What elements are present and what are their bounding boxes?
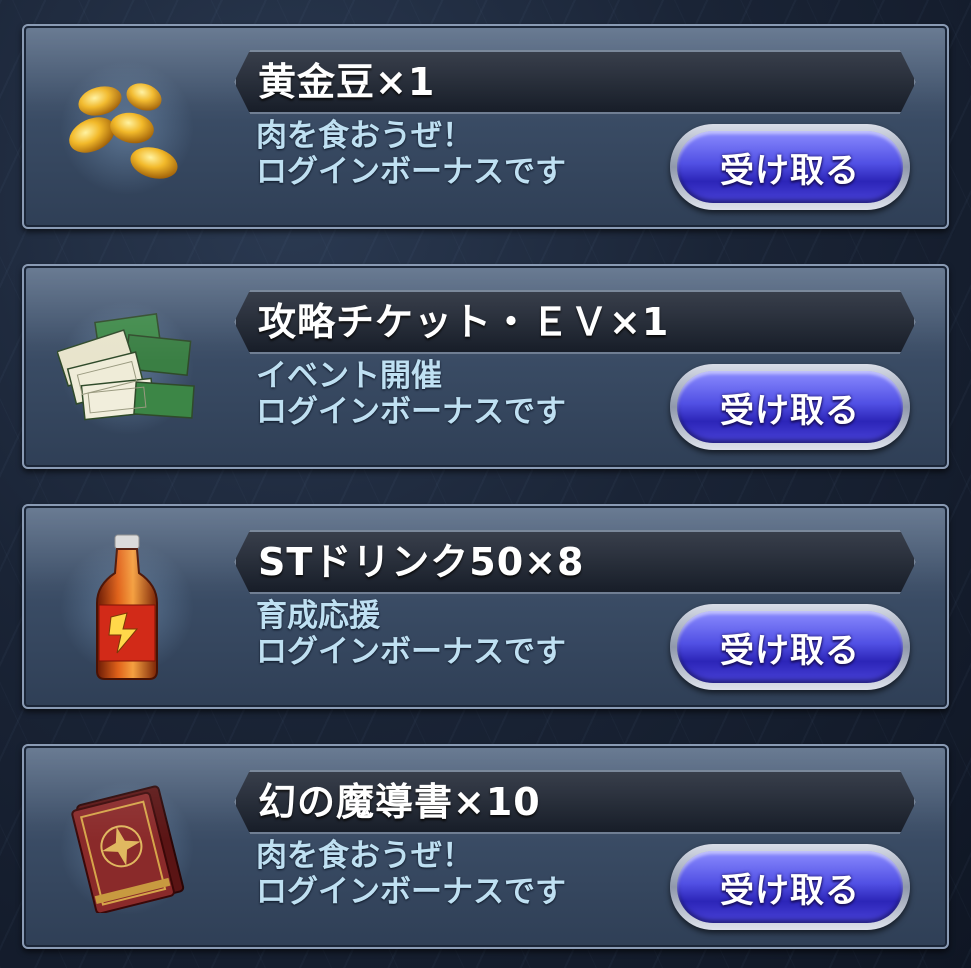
description-line-2: ログインボーナスです bbox=[256, 634, 566, 670]
description-line-1: 肉を食おうぜ！ bbox=[256, 118, 473, 154]
reward-card: 攻略チケット・ＥＶ×1 イベント開催 ログインボーナスです 受け取る bbox=[22, 264, 949, 469]
description-line-1: 肉を食おうぜ！ bbox=[256, 838, 473, 874]
description-line-2: ログインボーナスです bbox=[256, 154, 566, 190]
description-line-2: ログインボーナスです bbox=[256, 874, 566, 910]
reward-title: 黄金豆×1 bbox=[258, 60, 436, 104]
claim-button[interactable]: 受け取る bbox=[670, 604, 910, 690]
magic-book-icon bbox=[52, 778, 202, 918]
reward-description: イベント開催 ログインボーナスです bbox=[256, 358, 676, 430]
golden-beans-icon bbox=[52, 58, 202, 198]
claim-button[interactable]: 受け取る bbox=[670, 124, 910, 210]
description-line-1: イベント開催 bbox=[256, 358, 442, 394]
description-line-2: ログインボーナスです bbox=[256, 394, 566, 430]
reward-title: 幻の魔導書×10 bbox=[258, 780, 541, 824]
drink-bottle-icon bbox=[52, 534, 202, 680]
reward-description: 肉を食おうぜ！ ログインボーナスです bbox=[256, 118, 676, 190]
reward-title: STドリンク50×8 bbox=[258, 540, 585, 584]
reward-description: 育成応援 ログインボーナスです bbox=[256, 598, 676, 670]
claim-button-label[interactable]: 受け取る bbox=[677, 851, 903, 923]
claim-button-label[interactable]: 受け取る bbox=[677, 611, 903, 683]
claim-button-label[interactable]: 受け取る bbox=[677, 371, 903, 443]
reward-title: 攻略チケット・ＥＶ×1 bbox=[258, 300, 670, 344]
claim-button[interactable]: 受け取る bbox=[670, 844, 910, 930]
claim-button-label[interactable]: 受け取る bbox=[677, 131, 903, 203]
reward-card: 幻の魔導書×10 肉を食おうぜ！ ログインボーナスです 受け取る bbox=[22, 744, 949, 949]
reward-description: 肉を食おうぜ！ ログインボーナスです bbox=[256, 838, 676, 910]
claim-button[interactable]: 受け取る bbox=[670, 364, 910, 450]
tickets-icon bbox=[52, 298, 202, 438]
reward-card: 黄金豆×1 肉を食おうぜ！ ログインボーナスです 受け取る bbox=[22, 24, 949, 229]
reward-card: STドリンク50×8 育成応援 ログインボーナスです 受け取る bbox=[22, 504, 949, 709]
description-line-1: 育成応援 bbox=[256, 598, 380, 634]
